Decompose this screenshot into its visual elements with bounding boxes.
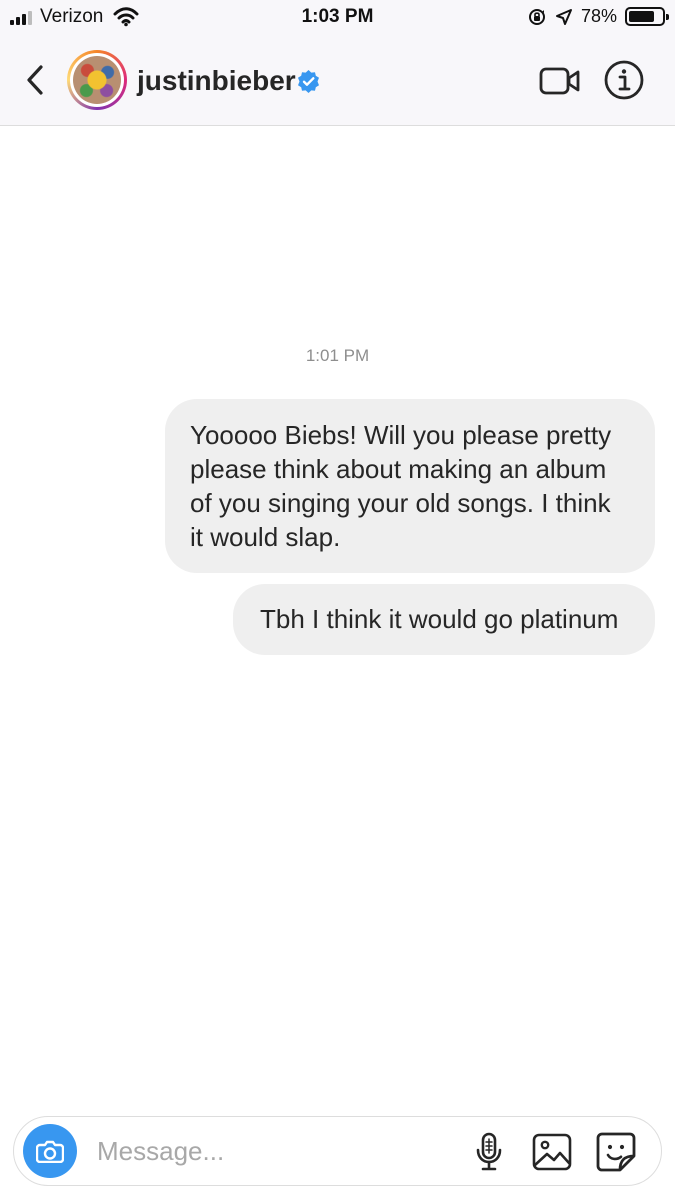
battery-fill	[629, 11, 654, 22]
signal-icon	[10, 10, 32, 25]
profile-avatar[interactable]	[67, 50, 127, 110]
carrier-name: Verizon	[40, 6, 104, 27]
sent-message-bubble[interactable]: Tbh I think it would go platinum	[233, 584, 655, 655]
gallery-icon[interactable]	[531, 1132, 573, 1172]
battery-icon	[625, 7, 669, 26]
orientation-lock-icon	[528, 8, 545, 25]
wifi-icon	[113, 7, 139, 27]
battery-percent: 78%	[580, 6, 617, 26]
status-right: 78%	[527, 6, 669, 27]
camera-button[interactable]	[23, 1124, 77, 1178]
avatar-image	[73, 56, 121, 104]
info-icon[interactable]	[602, 58, 646, 102]
chevron-left-icon[interactable]	[22, 62, 52, 98]
profile-username[interactable]: justinbieber	[137, 64, 296, 98]
message-input[interactable]	[97, 1134, 457, 1168]
video-camera-icon[interactable]	[538, 64, 582, 98]
chat-header: justinbieber	[0, 36, 675, 126]
instagram-direct-chat-screen: Verizon 1:03 PM 78% justinbieber 1:01 PM…	[0, 0, 675, 1200]
microphone-icon[interactable]	[471, 1132, 507, 1172]
sticker-icon[interactable]	[595, 1131, 637, 1173]
sent-message-bubble[interactable]: Yooooo Biebs! Will you please pretty ple…	[165, 399, 655, 573]
camera-icon	[36, 1140, 64, 1163]
message-composer	[13, 1116, 662, 1186]
status-left: Verizon	[10, 6, 139, 28]
message-timestamp: 1:01 PM	[305, 346, 370, 365]
verified-badge-icon	[298, 70, 319, 93]
location-arrow-icon	[555, 8, 572, 25]
avatar-border	[70, 53, 124, 107]
status-bar: Verizon 1:03 PM 78%	[0, 0, 675, 36]
